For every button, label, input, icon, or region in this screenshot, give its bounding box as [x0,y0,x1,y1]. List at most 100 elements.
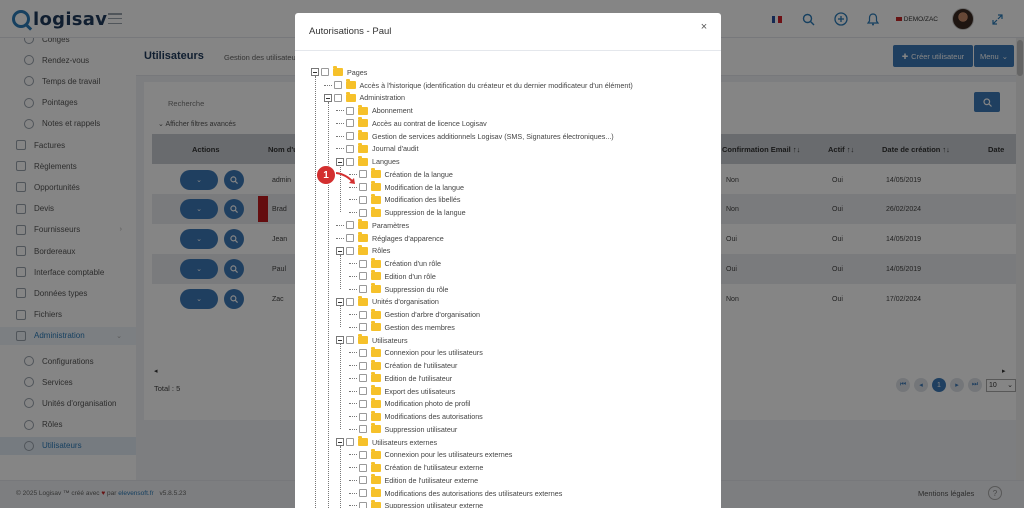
tree-node[interactable]: Journal d'audit [336,142,419,156]
tree-node[interactable]: Modification photo de profil [348,397,470,411]
tree-connector [348,479,357,481]
permission-checkbox[interactable] [358,170,367,179]
callout-badge: 1 [316,165,336,185]
permission-checkbox[interactable] [358,450,367,459]
tree-connector [336,237,344,239]
permission-checkbox[interactable] [358,425,367,434]
permission-checkbox[interactable] [346,336,354,345]
permission-checkbox[interactable] [358,489,367,498]
tree-connector [348,390,357,392]
permission-checkbox[interactable] [358,323,367,332]
tree-node[interactable]: Gestion de services additionnels Logisav… [336,130,614,143]
permission-checkbox[interactable] [346,157,354,166]
tree-connector [348,505,357,507]
tree-connector [348,314,357,316]
permission-checkbox[interactable] [358,310,367,319]
tree-node[interactable]: Création de l'utilisateur [348,359,457,372]
tree-node[interactable]: Suppression utilisateur [348,423,457,436]
tree-node[interactable]: Utilisateurs [336,334,408,347]
permission-checkbox[interactable] [358,259,367,268]
tree-node[interactable]: Paramètres [336,219,409,232]
folder-icon [358,334,368,345]
tree-node-label: Suppression du rôle [384,284,449,294]
tree-node[interactable]: Modifications des autorisations des util… [348,487,562,500]
folder-icon [370,461,381,472]
tree-guide-line [340,343,341,429]
permission-checkbox[interactable] [358,361,367,370]
tree-node[interactable]: Edition de l'utilisateur [348,372,452,385]
permission-checkbox[interactable] [346,132,354,141]
tree-node-label: Modification des libellés [384,195,461,205]
tree-node[interactable]: Modification de la langue [348,181,464,194]
tree-node-label: Pages [347,67,368,77]
close-icon[interactable]: × [697,20,711,34]
permission-checkbox[interactable] [358,208,367,217]
permission-checkbox[interactable] [358,387,367,396]
permission-checkbox[interactable] [346,246,354,255]
permission-checkbox[interactable] [358,183,367,192]
tree-node[interactable]: Création de l'utilisateur externe [348,461,483,474]
folder-icon [370,270,381,281]
permission-checkbox[interactable] [358,348,367,357]
tree-node[interactable]: Pages [311,66,367,79]
tree-node[interactable]: Création d'un rôle [348,257,441,270]
folder-icon [358,104,368,115]
permission-checkbox[interactable] [358,399,367,408]
tree-node[interactable]: Modifications des autorisations [348,410,483,423]
permission-checkbox[interactable] [358,501,367,508]
tree-node-label: Gestion de services additionnels Logisav… [372,131,614,141]
tree-node[interactable]: Suppression utilisateur externe [348,499,483,508]
tree-node[interactable]: Edition d'un rôle [348,270,436,283]
tree-node[interactable]: Connexion pour les utilisateurs [348,346,483,360]
tree-node[interactable]: Unités d'organisation [336,295,439,309]
folder-icon [358,130,368,141]
tree-node[interactable]: Accès au contrat de licence Logisav [336,117,487,130]
folder-icon [370,181,381,192]
tree-node[interactable]: Gestion d'arbre d'organisation [348,308,480,321]
tree-node[interactable]: Accès à l'historique (identification du … [323,79,633,92]
folder-icon [345,79,356,90]
tree-node[interactable]: Réglages d'apparence [336,232,444,245]
tree-node[interactable]: Rôles [336,244,390,258]
permission-checkbox[interactable] [346,297,354,306]
permissions-modal: Autorisations - Paul × Pages Accès à l'hi… [295,13,721,508]
tree-node[interactable]: Connexion pour les utilisateurs externes [348,448,512,462]
permission-checkbox[interactable] [358,476,367,485]
tree-connector [336,135,344,137]
permission-checkbox[interactable] [346,106,354,115]
permission-checkbox[interactable] [358,285,367,294]
folder-icon [370,397,381,408]
tree-node[interactable]: Abonnement [336,104,413,117]
permission-checkbox[interactable] [358,374,367,383]
permission-checkbox[interactable] [358,195,367,204]
tree-node[interactable]: Export des utilisateurs [348,385,456,398]
tree-node-label: Edition de l'utilisateur externe [384,475,479,485]
permission-checkbox[interactable] [346,234,354,243]
permission-checkbox[interactable] [346,221,354,230]
tree-node-label: Gestion des membres [384,322,455,332]
permission-checkbox[interactable] [321,68,329,77]
permission-checkbox[interactable] [358,412,367,421]
tree-node-label: Export des utilisateurs [384,386,456,396]
modal-title: Autorisations - Paul [309,26,392,37]
tree-connector [348,403,357,405]
tree-node[interactable]: Utilisateurs externes [336,436,437,449]
permission-checkbox[interactable] [346,144,354,153]
tree-node[interactable]: Suppression de la langue [348,206,466,219]
folder-icon [370,448,381,459]
permission-checkbox[interactable] [346,438,354,447]
permission-checkbox[interactable] [358,463,367,472]
tree-node[interactable]: Suppression du rôle [348,283,449,296]
permission-checkbox[interactable] [358,272,367,281]
tree-connector [348,365,357,367]
tree-node[interactable]: Modification des libellés [348,193,461,207]
tree-node[interactable]: Langues [336,155,400,168]
permission-checkbox[interactable] [346,119,354,128]
tree-node[interactable]: Administration [323,91,405,105]
tree-node[interactable]: Création de la langue [348,168,453,181]
permission-checkbox[interactable] [333,81,342,90]
tree-node[interactable]: Gestion des membres [348,321,455,334]
folder-icon [358,436,368,447]
permission-checkbox[interactable] [333,93,342,102]
tree-node[interactable]: Edition de l'utilisateur externe [348,474,479,487]
